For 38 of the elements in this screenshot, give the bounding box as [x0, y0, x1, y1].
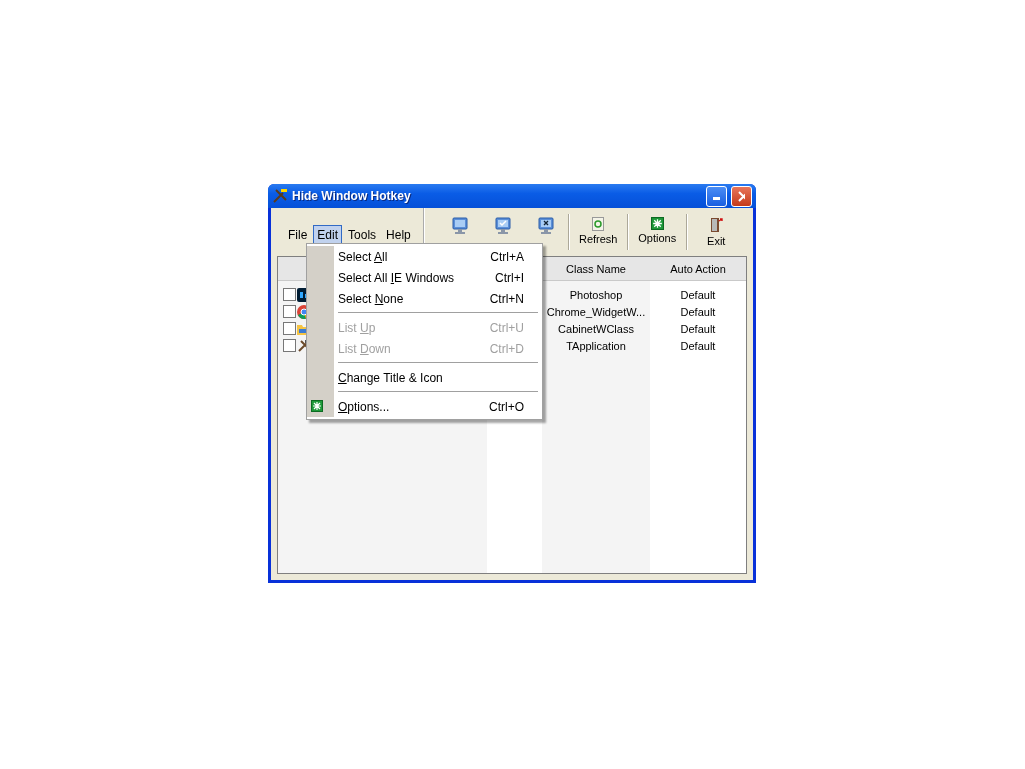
menu-item[interactable]: Tools: [344, 224, 381, 245]
window-title: Hide Window Hotkey: [292, 189, 412, 203]
toolbar-button[interactable]: Options: [628, 212, 686, 251]
table-cell-text: Photoshop: [568, 287, 624, 303]
monitor-check-icon: [494, 216, 513, 237]
options-icon: [311, 400, 323, 412]
monitor-x-icon: [537, 216, 556, 237]
menu-item[interactable]: Help: [382, 224, 415, 245]
monitor-icon: [451, 216, 470, 237]
toolbar-button[interactable]: Refresh: [569, 212, 627, 251]
refresh-icon: [592, 216, 605, 231]
close-icon: [738, 190, 745, 202]
minimize-button[interactable]: [706, 185, 727, 207]
menu-item[interactable]: Select None Ctrl+N: [334, 288, 542, 309]
table-cell-text: CabinetWClass: [557, 321, 635, 337]
column-header[interactable]: Class Name: [542, 262, 650, 275]
checkbox[interactable]: [283, 339, 296, 352]
column-header[interactable]: Auto Action: [650, 262, 746, 275]
options-icon: [650, 216, 664, 230]
hammer-icon: [272, 188, 288, 204]
table-cell-text: Default: [679, 304, 717, 320]
menu-item[interactable]: Options... Ctrl+O: [334, 396, 542, 417]
toolbar-button[interactable]: Exit: [687, 212, 745, 251]
table-cell-text: TApplication: [565, 338, 627, 354]
menu-item[interactable]: Select All Ctrl+A: [334, 246, 542, 267]
table-cell-text: Chrome_WidgetW...: [545, 304, 647, 320]
menu-item[interactable]: Select All IE Windows Ctrl+I: [334, 267, 542, 288]
close-button[interactable]: [731, 185, 752, 207]
menu-item[interactable]: File: [284, 224, 312, 245]
menu-item[interactable]: Edit: [313, 224, 343, 245]
menu-item[interactable]: Change Title & Icon: [334, 367, 542, 388]
table-cell-text: Default: [679, 287, 717, 303]
checkbox[interactable]: [283, 305, 296, 318]
checkbox[interactable]: [283, 322, 296, 335]
checkbox[interactable]: [283, 288, 296, 301]
door-icon: [709, 216, 724, 233]
table-cell-text: Default: [679, 321, 717, 337]
table-cell-text: Default: [679, 338, 717, 354]
